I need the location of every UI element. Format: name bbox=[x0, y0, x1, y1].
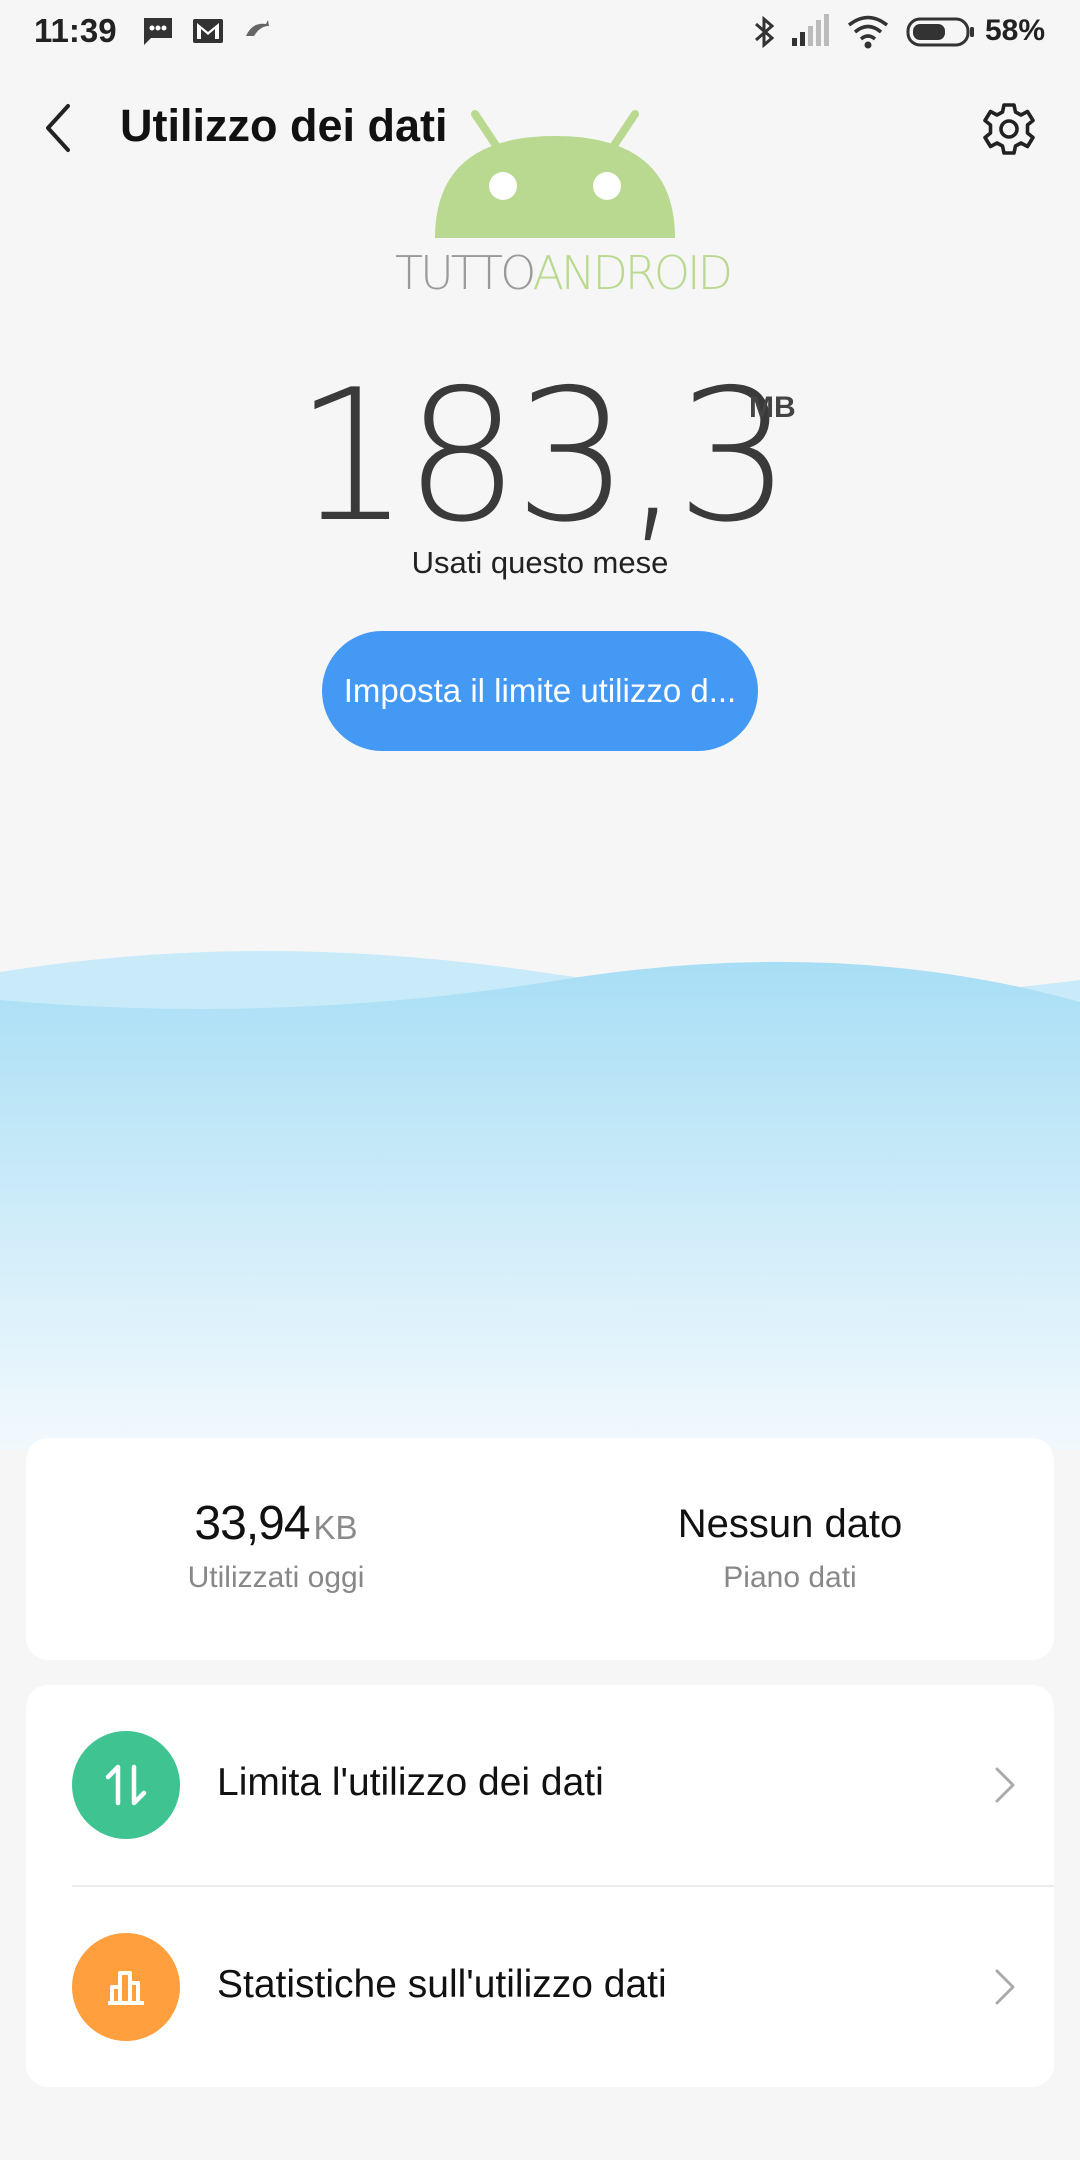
watermark-text-part2: ANDROID bbox=[532, 246, 733, 300]
summary-card: 33,94 KB Utilizzati oggi Nessun dato Pian… bbox=[26, 1438, 1054, 1660]
usage-caption: Usati questo mese bbox=[411, 545, 669, 580]
usage-number: 183,3 bbox=[294, 350, 791, 562]
status-bar: 11:39 58% bbox=[0, 0, 1080, 66]
menu-card: Limita l'utilizzo dei dati Statistiche s… bbox=[26, 1685, 1054, 2087]
set-data-limit-button[interactable]: Imposta il limite utilizzo d... bbox=[322, 631, 758, 751]
menu-item-limit-data[interactable]: Limita l'utilizzo dei dati bbox=[26, 1685, 1054, 1887]
bar-chart-icon bbox=[108, 1971, 144, 2005]
up-down-arrows-icon bbox=[105, 1764, 147, 1806]
gear-icon[interactable] bbox=[980, 100, 1038, 158]
today-usage: 33,94 KB Utilizzati oggi bbox=[26, 1496, 526, 1595]
chevron-right-icon bbox=[995, 1969, 1015, 2005]
menu-icon-circle bbox=[72, 1731, 180, 1839]
wave-illustration bbox=[0, 951, 1080, 1450]
gmail-icon bbox=[193, 19, 223, 43]
today-usage-unit: KB bbox=[313, 1509, 358, 1546]
menu-icon-circle bbox=[72, 1933, 180, 2041]
wifi-icon bbox=[847, 15, 889, 49]
cell-signal-icon bbox=[792, 14, 829, 46]
menu-item-label: Statistiche sull'utilizzo dati bbox=[217, 1963, 667, 2006]
watermark-logo: TUTTOANDROID bbox=[395, 108, 733, 303]
back-arrow-icon[interactable] bbox=[38, 100, 82, 156]
app-notification-icon bbox=[246, 20, 269, 36]
usage-unit: MB bbox=[749, 391, 796, 424]
usage-value: 183,3 bbox=[0, 365, 1080, 547]
bluetooth-icon bbox=[755, 15, 775, 49]
data-plan[interactable]: Nessun dato Piano dati bbox=[526, 1502, 1054, 1595]
today-usage-value: 33,94 bbox=[194, 1497, 310, 1550]
message-icon bbox=[144, 18, 172, 45]
data-plan-value: Nessun dato bbox=[677, 1502, 903, 1546]
menu-item-label: Limita l'utilizzo dei dati bbox=[217, 1761, 604, 1804]
data-plan-label: Piano dati bbox=[723, 1561, 857, 1594]
watermark-text-part1: TUTTO bbox=[395, 246, 536, 300]
battery-percent: 58% bbox=[985, 14, 1046, 47]
status-time: 11:39 bbox=[34, 12, 117, 49]
chevron-right-icon bbox=[995, 1767, 1015, 1803]
watermark-text: TUTTOANDROID bbox=[395, 246, 733, 300]
menu-item-data-statistics[interactable]: Statistiche sull'utilizzo dati bbox=[26, 1887, 1054, 2087]
battery-icon bbox=[906, 17, 974, 47]
android-logo-icon bbox=[435, 110, 675, 238]
today-usage-label: Utilizzati oggi bbox=[187, 1561, 365, 1594]
